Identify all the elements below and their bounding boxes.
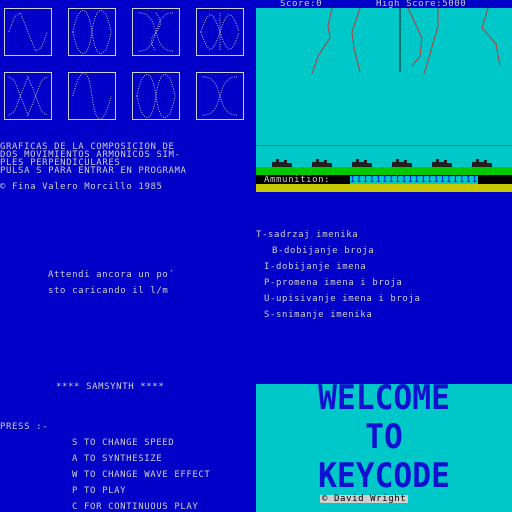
menu-item-sadrzaj[interactable]: T-sadrzaj imenika (256, 231, 358, 240)
menu-item-snimanje[interactable]: S-snimanje imenika (264, 311, 372, 320)
ammunition-label: Ammunition: (264, 175, 331, 185)
menu-item-upisivanje[interactable]: U-upisivanje imena i broja (264, 295, 420, 304)
lissajous-figure (4, 8, 52, 56)
keycode-to: TO (365, 417, 403, 457)
loading-line-1: Attendi ancora un po´ (48, 270, 175, 280)
ground-strip (256, 167, 512, 175)
lissajous-copyright: © Fina Valero Morcillo 1985 (0, 182, 163, 192)
menu-item-ime[interactable]: I-dobijanje imena (264, 263, 366, 272)
high-score-label: High Score:5000 (376, 0, 467, 9)
shooter-panel: Score:0 High Score:5000 Ammunition: IIII… (256, 0, 512, 192)
option-change-speed: S TO CHANGE SPEED (72, 438, 175, 448)
press-label: PRESS :- (0, 422, 49, 432)
lissajous-figure (196, 72, 244, 120)
option-continuous-play: C FOR CONTINUOUS PLAY (72, 502, 199, 512)
lissajous-panel (0, 0, 256, 128)
lissajous-figure (196, 8, 244, 56)
loading-line-2: sto caricando il l/m (48, 286, 169, 296)
lissajous-figure (132, 72, 180, 120)
status-strip (256, 184, 512, 192)
ammunition-count: IIIIIIIIIIIIIIIIIIII (350, 175, 479, 185)
lissajous-figure (68, 72, 116, 120)
lissajous-figure (68, 8, 116, 56)
lissajous-figure (132, 8, 180, 56)
score-label: Score:0 (280, 0, 323, 9)
keycode-title: KEYCODE (318, 456, 450, 496)
lissajous-figure (4, 72, 52, 120)
menu-item-promena[interactable]: P-promena imena i broja (264, 279, 402, 288)
option-synthesize: A TO SYNTHESIZE (72, 454, 163, 464)
keycode-credit: © David Wright (320, 494, 409, 504)
lissajous-description-line: PULSA S PARA ENTRAR EN PROGRAMA (0, 166, 187, 176)
option-play: P TO PLAY (72, 486, 127, 496)
red-horizon-line (256, 145, 512, 146)
samsynth-title: **** SAMSYNTH **** (56, 382, 165, 392)
menu-item-broj[interactable]: B-dobijanje broja (272, 247, 374, 256)
lightning-bolts (311, 8, 501, 75)
option-change-wave: W TO CHANGE WAVE EFFECT (72, 470, 211, 480)
keycode-welcome: WELCOME (318, 378, 450, 418)
